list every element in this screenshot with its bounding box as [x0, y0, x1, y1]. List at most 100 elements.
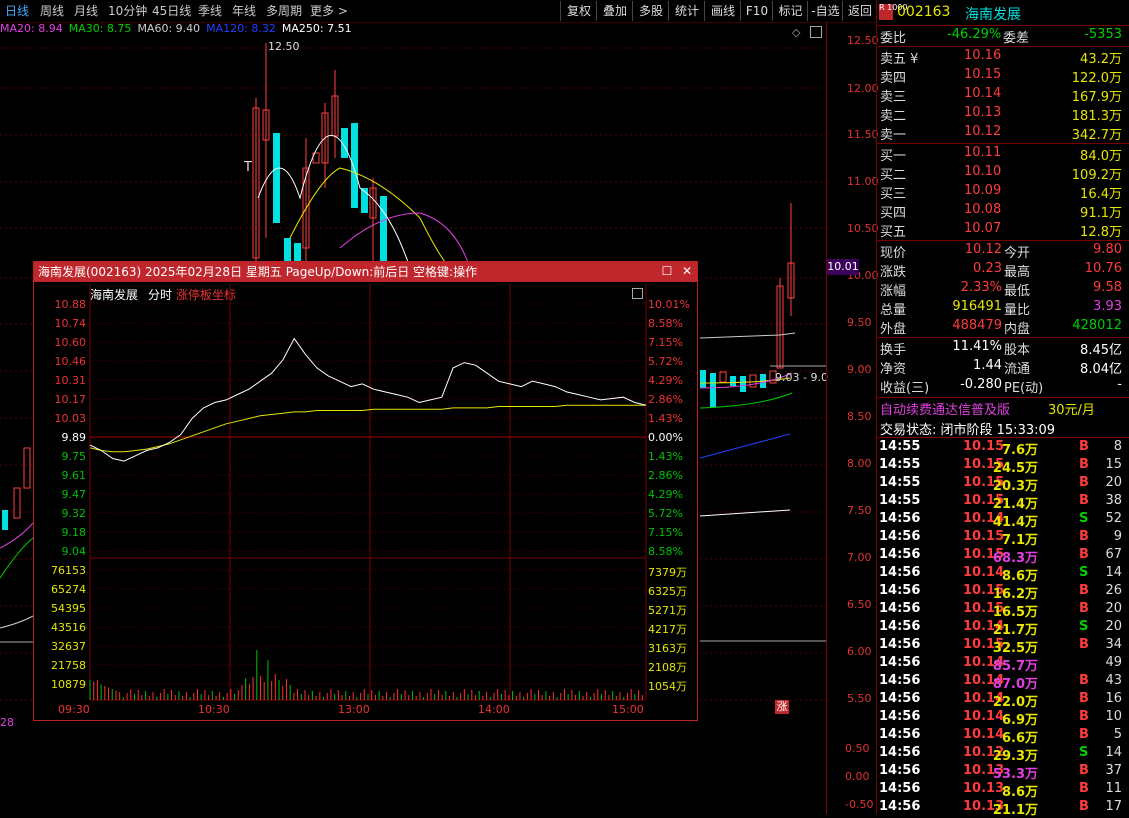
tick-side: B	[1079, 637, 1089, 652]
bid-price: 10.11	[964, 145, 1002, 160]
quote-stat-row: 涨跌 0.23 最高 10.76	[877, 261, 1129, 280]
intraday-pct-tick: 2.86%	[648, 469, 683, 482]
ask-row[interactable]: 卖四 10.15 122.0万	[877, 67, 1129, 86]
tick-count: 26	[1105, 583, 1122, 598]
intraday-price-tick: 10.60	[54, 336, 87, 349]
toolbar-button-5[interactable]: F10	[740, 1, 773, 21]
intraday-volume-tick: 65274	[51, 583, 86, 596]
period-toolbar: 日线 周线 月线 10分钟 45日线 季线 年线 多周期 更多 > 复权 叠加 多股 统计 画线 F10 标记…	[0, 0, 876, 23]
weicha-label: 委差	[1003, 31, 1030, 46]
tick-volume: 53.3万	[992, 767, 1038, 782]
intraday-time-tick: 09:30	[58, 703, 90, 716]
intraday-price-tick: 10.74	[54, 317, 87, 330]
intraday-price-tick: 9.89	[61, 431, 87, 444]
price-axis: 12.50 12.00 11.50 11.00 10.50 10.00 9.50 9.00 8.…	[826, 22, 879, 814]
tick-volume: 21.1万	[992, 803, 1038, 818]
tick-price: 10.13	[963, 781, 1005, 796]
period-tab-3[interactable]: 10分钟	[108, 2, 147, 19]
intraday-popup[interactable]: 海南发展(002163) 2025年02月28日 星期五 PageUp/Down…	[33, 261, 698, 721]
limit-up-badge[interactable]: 涨	[775, 700, 789, 714]
intraday-pct-tick: 1.43%	[648, 412, 683, 425]
intraday-time-tick: 14:00	[478, 703, 510, 716]
bid-row[interactable]: 买四 10.08 91.1万	[877, 202, 1129, 221]
ask-row[interactable]: 卖二 10.13 181.3万	[877, 105, 1129, 124]
toolbar-button-0[interactable]: 复权	[560, 1, 597, 21]
tick-volume: 20.3万	[992, 479, 1038, 494]
ask-label: 卖五 ¥	[880, 52, 919, 67]
intraday-pct-tick: 4.29%	[648, 488, 683, 501]
tick-side: B	[1079, 763, 1089, 778]
stat-value: 10.12	[964, 242, 1002, 257]
stat-value: 916491	[952, 299, 1002, 314]
price-axis-tick: 12.50	[847, 34, 879, 47]
bid-row[interactable]: 买一 10.11 84.0万	[877, 145, 1129, 164]
tick-side: S	[1079, 745, 1089, 760]
stock-name[interactable]: 海南发展	[965, 4, 1021, 24]
tick-side: B	[1079, 439, 1089, 454]
toolbar-button-8[interactable]: 返回	[842, 1, 877, 21]
tick-side: B	[1079, 601, 1089, 616]
tick-row: 14:56 10.14 85.7万 49	[877, 655, 1129, 674]
toolbar-button-1[interactable]: 叠加	[596, 1, 633, 21]
intraday-chart	[89, 284, 647, 701]
intraday-price-tick: 10.03	[54, 412, 87, 425]
fund-label: 股本	[1004, 343, 1031, 358]
range-label: 9.03 - 9.0	[775, 371, 828, 384]
tick-time: 14:56	[879, 709, 921, 724]
tick-count: 16	[1105, 691, 1122, 706]
intraday-amount-tick: 4217万	[648, 623, 687, 636]
intraday-amount-tick: 6325万	[648, 585, 687, 598]
ask-price: 10.14	[964, 86, 1002, 101]
window-toggle-icon[interactable]	[810, 26, 822, 38]
intraday-price-tick: 10.31	[54, 374, 87, 387]
toolbar-button-4[interactable]: 画线	[704, 1, 741, 21]
ask-row[interactable]: 卖一 10.12 342.7万	[877, 124, 1129, 143]
bid-row[interactable]: 买二 10.10 109.2万	[877, 164, 1129, 183]
intraday-pct-tick: 8.58%	[648, 545, 683, 558]
bid-row[interactable]: 买五 10.07 12.8万	[877, 221, 1129, 240]
intraday-pct-tick: 2.86%	[648, 393, 683, 406]
period-tab-8[interactable]: 更多 >	[310, 2, 348, 19]
tick-time: 14:55	[879, 439, 921, 454]
tick-side: B	[1079, 781, 1089, 796]
period-tab-0[interactable]: 日线	[5, 2, 29, 19]
tick-count: 14	[1105, 745, 1122, 760]
ask-row[interactable]: 卖三 10.14 167.9万	[877, 86, 1129, 105]
period-tab-4[interactable]: 45日线	[152, 2, 191, 19]
tick-row: 14:55 10.15 21.4万 B 38	[877, 493, 1129, 512]
tick-time: 14:56	[879, 529, 921, 544]
period-tab-2[interactable]: 月线	[74, 2, 98, 19]
intraday-time-tick: 13:00	[338, 703, 370, 716]
toolbar-button-2[interactable]: 多股	[632, 1, 669, 21]
tick-volume: 6.9万	[1001, 713, 1038, 728]
tick-time: 14:56	[879, 673, 921, 688]
period-tab-7[interactable]: 多周期	[266, 2, 302, 19]
fund-label: 换手	[880, 343, 907, 358]
ad-banner[interactable]: 自动续费通达信普及版 30元/月	[877, 399, 1129, 418]
period-tab-5[interactable]: 季线	[198, 2, 222, 19]
ask-label: 卖一	[880, 128, 907, 143]
bid-price: 10.08	[964, 202, 1002, 217]
ask-row[interactable]: 卖五 ¥ 10.16 43.2万	[877, 48, 1129, 67]
price-axis-tick: 11.00	[847, 175, 879, 188]
intraday-volume-tick: 21758	[51, 659, 86, 672]
fund-value: 8.45亿	[1080, 343, 1122, 358]
bid-volume: 109.2万	[1071, 168, 1122, 183]
toolbar-button-7[interactable]: -自选	[807, 1, 843, 21]
period-tab-1[interactable]: 周线	[40, 2, 64, 19]
diamond-icon[interactable]: ◇	[792, 26, 800, 39]
tick-volume: 87.0万	[992, 677, 1038, 692]
tick-time: 14:56	[879, 637, 921, 652]
bid-row[interactable]: 买三 10.09 16.4万	[877, 183, 1129, 202]
tick-time: 14:55	[879, 457, 921, 472]
fund-value: 8.04亿	[1080, 362, 1122, 377]
bid-price: 10.10	[964, 164, 1002, 179]
tick-side: S	[1079, 511, 1089, 526]
tick-row: 14:56 10.15 16.5万 B 20	[877, 601, 1129, 620]
stat-label: 今开	[1004, 246, 1031, 261]
bid-price: 10.09	[964, 183, 1002, 198]
tick-row: 14:56 10.13 8.6万 B 11	[877, 781, 1129, 800]
toolbar-button-6[interactable]: 标记	[772, 1, 808, 21]
toolbar-button-3[interactable]: 统计	[668, 1, 705, 21]
period-tab-6[interactable]: 年线	[232, 2, 256, 19]
